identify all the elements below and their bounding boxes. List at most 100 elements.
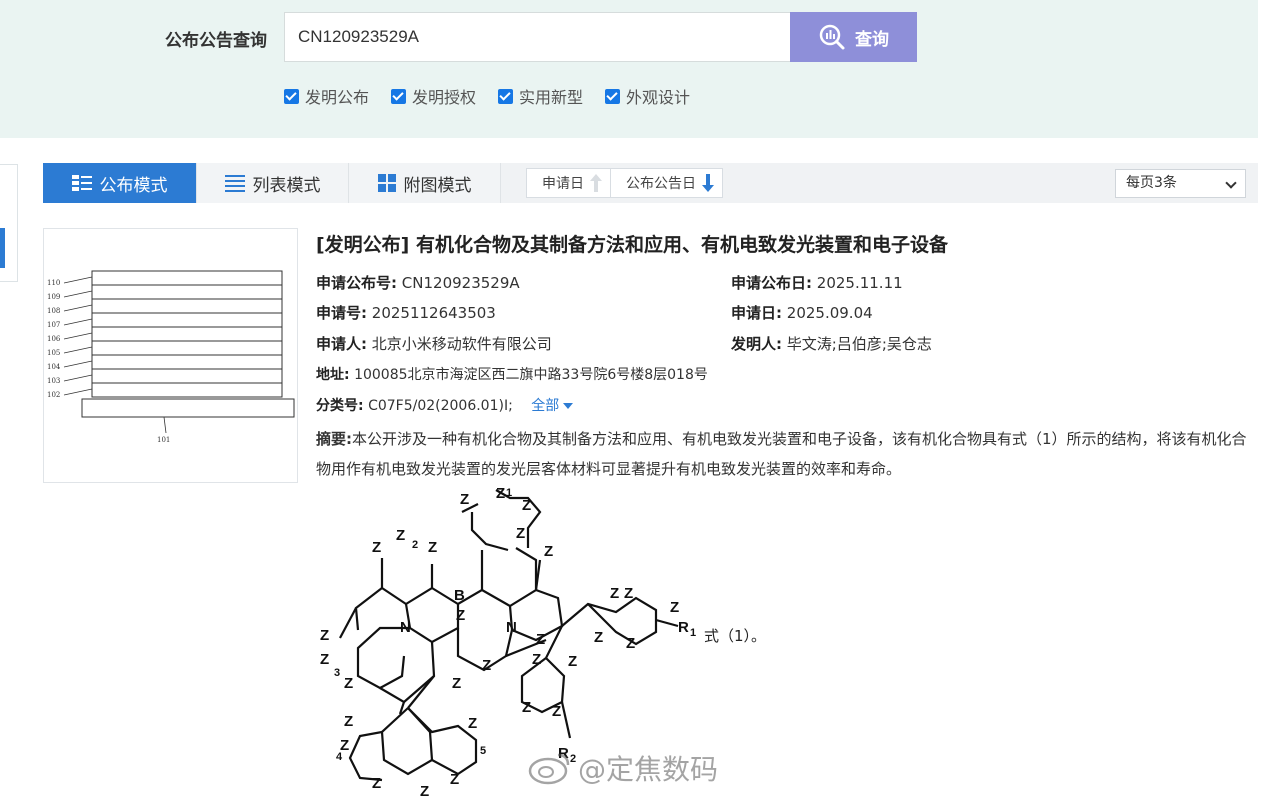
list-detail-icon: [71, 175, 92, 191]
tab-label: 列表模式: [252, 175, 321, 196]
publication-number: 申请公布号: CN120923529A: [316, 274, 520, 292]
heteroatom-label: B: [454, 587, 465, 604]
checkbox-checked-icon[interactable]: [498, 88, 514, 104]
atom-label: Z: [372, 539, 381, 556]
atom-label: Z: [624, 585, 633, 602]
application-date: 申请日: 2025.09.04: [731, 304, 873, 322]
caret-down-icon: [563, 403, 574, 409]
show-all-classes-link[interactable]: 全部: [531, 398, 574, 414]
device-layer: [91, 382, 283, 398]
heteroatom-label: N: [506, 619, 517, 636]
grid-icon: [377, 174, 396, 192]
search-icon: [819, 24, 845, 50]
layer-label: 108: [47, 307, 60, 315]
result-title[interactable]: [发明公布] 有机化合物及其制备方法和应用、有机电致发光装置和电子设备: [316, 230, 948, 257]
substrate-label: 101: [157, 436, 170, 444]
applicant: 申请人: 北京小米移动软件有限公司: [316, 335, 552, 353]
search-input[interactable]: CN120923529A: [284, 12, 792, 62]
device-layer: [91, 284, 283, 300]
atom-label: Z: [428, 539, 437, 556]
watermark: @定焦数码: [528, 748, 718, 788]
tab-publication-mode[interactable]: 公布模式: [43, 163, 197, 203]
atom-label: Z: [450, 771, 459, 788]
atom-subscript: 1: [506, 487, 512, 499]
atom-label: Z: [522, 699, 531, 716]
atom-label: Z: [396, 527, 405, 544]
chevron-down-icon: [1225, 177, 1237, 189]
atom-label: Z: [626, 635, 635, 652]
side-panel-active-marker: [0, 228, 5, 268]
atom-label: Z: [344, 713, 353, 730]
abstract: 摘要:本公开涉及一种有机化合物及其制备方法和应用、有机电致发光装置和电子设备，该…: [316, 430, 1247, 478]
layer-label: 106: [47, 335, 61, 343]
result-thumbnail[interactable]: 110 109 108 107 106 105 104 103 102 101: [43, 228, 298, 483]
atom-label: Z: [460, 491, 469, 508]
filter-utility-model[interactable]: 实用新型: [498, 84, 583, 108]
atom-label: Z: [670, 599, 679, 616]
layer-label: 109: [47, 293, 60, 301]
search-button[interactable]: 查询: [790, 12, 917, 62]
tab-figure-mode[interactable]: 附图模式: [349, 163, 501, 203]
search-button-label: 查询: [855, 29, 889, 50]
atom-label: Z: [532, 651, 541, 668]
type-filters: 发明公布 发明授权 实用新型 外观设计: [284, 84, 712, 108]
atom-label: Z: [522, 497, 531, 514]
sort-application-date[interactable]: 申请日: [527, 169, 610, 197]
device-layer: [91, 368, 283, 384]
arrow-up-icon: [590, 174, 602, 192]
filter-label: 发明公布: [305, 88, 370, 107]
atom-label: Z: [536, 631, 545, 648]
layer-label: 105: [47, 349, 60, 357]
filter-label: 发明授权: [412, 88, 477, 107]
search-panel: 公布公告查询 CN120923529A 查询 发明公布 发明授权 实用新型 外观…: [0, 0, 1258, 138]
filter-invention-publication[interactable]: 发明公布: [284, 84, 369, 108]
atom-label: Z: [320, 627, 329, 644]
publication-date: 申请公布日: 2025.11.11: [731, 274, 903, 292]
sort-label: 公布公告日: [626, 176, 696, 192]
list-icon: [224, 175, 245, 192]
atom-label: Z: [544, 543, 553, 560]
layer-label: 103: [47, 377, 60, 385]
atom-label: Z: [496, 485, 505, 502]
layer-label: 107: [47, 321, 60, 329]
layer-label: 102: [47, 391, 60, 399]
sort-publication-date[interactable]: 公布公告日: [610, 169, 722, 197]
device-layer: [91, 354, 283, 370]
atom-subscript: 4: [336, 751, 343, 763]
atom-label: Z: [344, 675, 353, 692]
filter-invention-grant[interactable]: 发明授权: [391, 84, 476, 108]
classification: 分类号: C07F5/02(2006.01)I; 全部: [316, 395, 574, 415]
atom-label: Z: [482, 657, 491, 674]
atom-label: Z: [552, 703, 561, 720]
filter-design[interactable]: 外观设计: [605, 84, 690, 108]
per-page-select[interactable]: 每页3条: [1115, 169, 1246, 198]
checkbox-checked-icon[interactable]: [391, 88, 407, 104]
layer-label: 104: [47, 363, 61, 371]
atom-label: Z: [516, 525, 525, 542]
tab-list-mode[interactable]: 列表模式: [197, 163, 349, 203]
formula-label: 式（1）。: [704, 627, 767, 645]
atom-subscript: 5: [480, 745, 486, 757]
atom-label: Z: [452, 675, 461, 692]
layer-label: 110: [47, 279, 60, 287]
search-label: 公布公告查询: [165, 31, 267, 51]
atom-label: Z: [420, 783, 429, 797]
checkbox-checked-icon[interactable]: [605, 88, 621, 104]
address: 地址: 100085北京市海淀区西二旗中路33号院6号楼8层018号: [316, 367, 708, 383]
atom-label: Z: [468, 715, 477, 732]
device-layer: [91, 298, 283, 314]
heteroatom-label: N: [400, 619, 411, 636]
atom-label: Z: [372, 775, 381, 792]
weibo-logo-icon: [528, 753, 570, 785]
tab-label: 附图模式: [403, 175, 472, 196]
checkbox-checked-icon[interactable]: [284, 88, 299, 104]
atom-label: Z: [320, 651, 329, 668]
device-layer: [91, 312, 283, 328]
device-layer: [91, 340, 283, 356]
atom-label: Z: [568, 653, 577, 670]
per-page-value: 每页3条: [1126, 175, 1177, 191]
device-layer: [91, 326, 283, 342]
heteroatom-label: R: [678, 619, 689, 636]
atom-label: Z: [594, 629, 603, 646]
tab-label: 公布模式: [99, 175, 168, 196]
